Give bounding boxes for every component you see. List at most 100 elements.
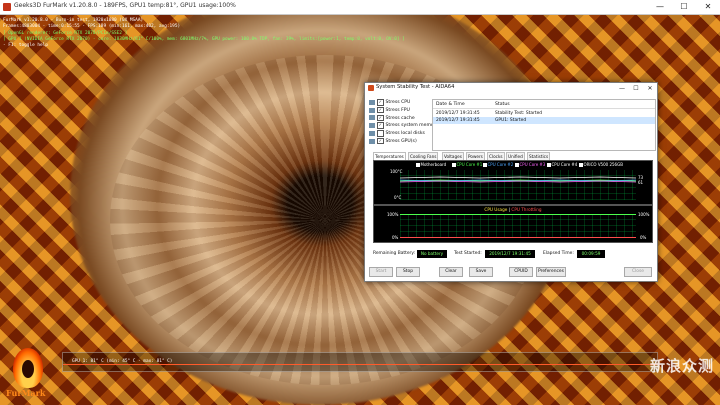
test-started-label: Test Started:: [454, 251, 482, 256]
legend-item[interactable]: CPU Core #4: [547, 162, 577, 167]
stress-option-label: Stress GPU(s): [385, 138, 417, 144]
stress-cache-option[interactable]: ✓ Stress cache: [369, 114, 431, 123]
tab-unified[interactable]: Unified: [506, 152, 525, 160]
column-header-datetime[interactable]: Date & Time: [436, 102, 465, 107]
aida-minimize-button[interactable]: —: [615, 83, 629, 94]
aida-maximize-button[interactable]: ☐: [629, 83, 643, 94]
cpu-axis-top-right: 100%: [638, 212, 650, 217]
temperature-lines: [400, 176, 636, 183]
flame-icon: [13, 348, 43, 388]
sina-watermark: 新浪众测: [649, 357, 714, 375]
aida64-window-title: System Stability Test - AIDA64: [376, 84, 455, 90]
column-header-status[interactable]: Status: [495, 102, 510, 107]
stress-option-label: Stress local disks: [385, 130, 425, 136]
cpu-usage-graph: CPU Usage | CPU Throttling 100% 0% 100% …: [373, 205, 653, 243]
test-started-value: 2019/12/7 19:31:45: [485, 250, 535, 258]
aida64-titlebar: System Stability Test - AIDA64 — ☐ ✕: [365, 83, 657, 94]
legend-item[interactable]: CPU Core #2: [483, 162, 513, 167]
elapsed-value: 00:09:59: [577, 250, 605, 258]
battery-value: No battery: [417, 250, 447, 258]
stop-button[interactable]: Stop: [396, 267, 420, 277]
overlay-line-gpu: [ GPU 1 (NVIDIA GeForce RTX 2070) - core…: [3, 36, 405, 42]
graph-tabs: Temperatures Cooling Fans Voltages Power…: [373, 152, 653, 161]
legend-item[interactable]: Motherboard: [416, 162, 446, 167]
checkbox[interactable]: [377, 130, 384, 137]
action-buttons: Start Stop Clear Save CPUID Preferences …: [365, 267, 657, 277]
elapsed-label: Elapsed Time:: [543, 251, 574, 256]
temperature-plot-area: [400, 170, 636, 200]
aida64-stability-window: System Stability Test - AIDA64 — ☐ ✕ ✓ St…: [364, 82, 658, 282]
event-log-table: Date & Time Status 2019/12/7 19:31:45 St…: [432, 99, 656, 151]
gpu-temperature-line: [63, 364, 657, 365]
gpu-temperature-readout: GPU 1: 81° C (min: 45° C - max: 81° C): [72, 359, 173, 364]
tab-powers[interactable]: Powers: [466, 152, 485, 160]
log-status: Stability Test: Started: [495, 111, 543, 116]
cpu-icon: [369, 99, 375, 105]
tab-cooling-fans[interactable]: Cooling Fans: [408, 152, 439, 160]
stress-memory-option[interactable]: ✓ Stress system memory: [369, 122, 438, 130]
close-window-button[interactable]: Close: [624, 267, 652, 277]
cpu-throttling-line: [400, 237, 636, 238]
checkbox[interactable]: ✓: [377, 106, 384, 114]
stress-cpu-option[interactable]: ✓ Stress CPU: [369, 99, 431, 107]
cpu-plot-area: [400, 214, 636, 238]
legend-item[interactable]: ORICO V500 256GB: [579, 162, 623, 167]
checkbox[interactable]: ✓: [377, 122, 384, 129]
log-datetime: 2019/12/7 19:31:45: [436, 118, 480, 123]
stress-fpu-option[interactable]: ✓ Stress FPU: [369, 106, 431, 115]
checkbox[interactable]: ✓: [377, 114, 384, 122]
cache-icon: [369, 115, 375, 121]
log-status: GPU1: Started: [495, 118, 527, 123]
fpu-icon: [369, 107, 375, 113]
cpu-usage-label: CPU Usage: [484, 207, 508, 212]
log-datetime: 2019/12/7 19:31:45: [436, 111, 480, 116]
temperature-legend: Motherboard CPU Core #1 CPU Core #2 CPU …: [374, 162, 652, 168]
furmark-titlebar: Geeks3D FurMark v1.20.8.0 - 189FPS, GPU1…: [0, 0, 720, 15]
start-button[interactable]: Start: [369, 267, 393, 277]
table-row[interactable]: 2019/12/7 19:31:45 GPU1: Started: [433, 117, 655, 124]
stress-options-list: ✓ Stress CPU ✓ Stress FPU ✓ Stress cache ✓ S…: [369, 99, 438, 146]
stress-option-label: Stress cache: [385, 115, 415, 121]
cpu-usage-line: [400, 214, 636, 215]
aida-close-button[interactable]: ✕: [643, 83, 657, 94]
stress-option-label: Stress CPU: [385, 99, 411, 105]
log-header: Date & Time Status: [433, 100, 655, 109]
furmark-logo: FurMark: [4, 348, 54, 402]
furmark-logo-text: FurMark: [6, 388, 46, 398]
aida64-app-icon: [368, 85, 374, 91]
cpuid-button[interactable]: CPUID: [509, 267, 533, 277]
save-button[interactable]: Save: [469, 267, 493, 277]
furmark-stats-overlay: FurMark v1.20.8.0 - Burn-in test, 1920x1…: [3, 18, 405, 49]
stress-gpu-option[interactable]: ✓ Stress GPU(s): [369, 137, 431, 146]
preferences-button[interactable]: Preferences: [536, 267, 566, 277]
temp-readout-2: 61: [638, 180, 644, 185]
checkbox[interactable]: ✓: [377, 137, 384, 145]
furmark-window-title: Geeks3D FurMark v1.20.8.0 - 189FPS, GPU1…: [14, 2, 236, 9]
clear-button[interactable]: Clear: [439, 267, 463, 277]
tab-clocks[interactable]: Clocks: [487, 152, 505, 160]
tab-voltages[interactable]: Voltages: [442, 152, 464, 160]
temp-axis-top: 100°C: [390, 169, 403, 174]
battery-label: Remaining Battery:: [373, 251, 416, 256]
cpu-axis-bottom-left: 0%: [392, 235, 399, 240]
stress-disks-option[interactable]: Stress local disks: [369, 130, 431, 138]
furmark-app-icon: [3, 3, 11, 11]
test-status-row: Remaining Battery: No battery Test Start…: [373, 250, 653, 259]
temp-axis-bottom: 0°C: [394, 195, 402, 200]
table-row[interactable]: 2019/12/7 19:31:45 Stability Test: Start…: [433, 110, 655, 117]
maximize-button[interactable]: ☐: [672, 0, 696, 14]
disk-icon: [369, 130, 375, 136]
cpu-axis-bottom-right: 0%: [640, 235, 647, 240]
minimize-button[interactable]: —: [648, 0, 672, 14]
temperature-graph: Motherboard CPU Core #1 CPU Core #2 CPU …: [373, 160, 653, 205]
legend-item[interactable]: CPU Core #1: [452, 162, 482, 167]
legend-item[interactable]: CPU Core #3: [515, 162, 545, 167]
tab-statistics[interactable]: Statistics: [527, 152, 551, 160]
memory-icon: [369, 123, 375, 129]
cpu-axis-top-left: 100%: [387, 212, 399, 217]
cpu-throttling-label: CPU Throttling: [511, 207, 542, 212]
overlay-line-help: - F1: toggle help: [3, 43, 48, 49]
checkbox[interactable]: ✓: [377, 99, 384, 106]
close-button[interactable]: ✕: [696, 0, 720, 14]
stress-option-label: Stress system memory: [385, 123, 439, 129]
